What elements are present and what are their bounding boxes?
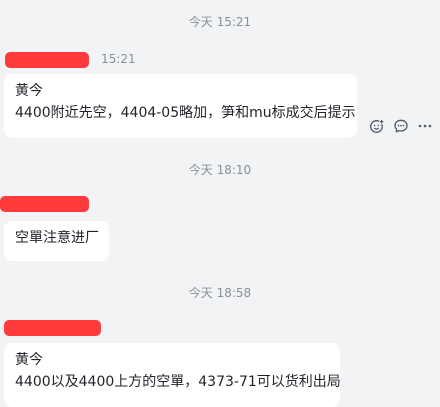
emoji-reaction-button[interactable] — [366, 115, 388, 137]
message-line: 空單注意进厂 — [15, 230, 99, 246]
sender-name-redacted — [4, 320, 101, 336]
sender-name-redacted — [0, 196, 89, 212]
message-bubble[interactable]: 黄今 4400附近先空，4404-05略加，笋和mu标成交后提示 — [4, 74, 357, 138]
timestamp-divider: 今天 18:10 — [188, 163, 252, 177]
message-actions — [366, 115, 438, 137]
timestamp-divider: 今天 15:21 — [188, 15, 252, 29]
reply-comment-button[interactable] — [390, 115, 412, 137]
sender-name-redacted — [5, 52, 89, 68]
message-line: 黄今 — [15, 352, 43, 368]
message-time: 15:21 — [101, 52, 136, 66]
message-line: 黄今 — [15, 83, 43, 99]
message-bubble[interactable]: 空單注意进厂 — [4, 221, 109, 261]
more-options-icon — [418, 124, 432, 128]
message-line: 4400附近先空，4404-05略加，笋和mu标成交后提示 — [15, 105, 356, 121]
message-line: 4400以及4400上方的空單，4373-71可以货利出局 — [15, 374, 341, 390]
more-options-button[interactable] — [414, 115, 436, 137]
reply-comment-icon — [394, 119, 408, 133]
timestamp-divider: 今天 18:58 — [188, 286, 252, 300]
emoji-reaction-icon — [370, 119, 385, 133]
message-bubble[interactable]: 黄今 4400以及4400上方的空單，4373-71可以货利出局 — [4, 343, 341, 407]
